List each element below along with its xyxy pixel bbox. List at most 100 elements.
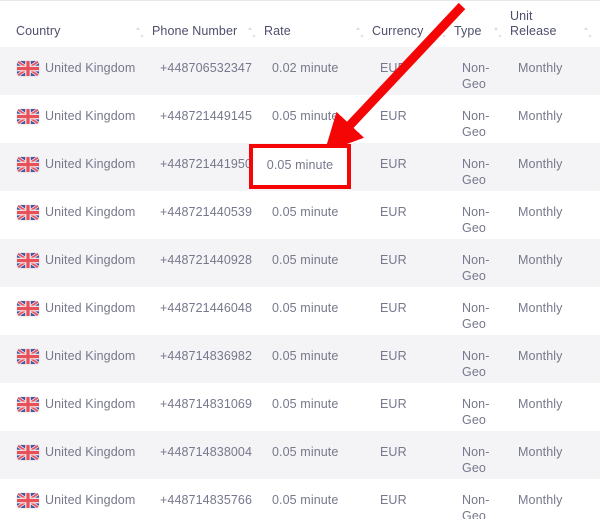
table-header: Country Phone Number Rate Currency Type … [0,0,600,47]
table-row[interactable]: United Kingdom +448714838004 0.05 minute EU… [0,431,600,479]
sort-updown-icon[interactable] [247,26,256,39]
cell-country: United Kingdom [0,479,152,519]
cell-type: Non-Geo [454,287,510,335]
table-row[interactable]: United Kingdom +448714836982 0.05 minute EU… [0,335,600,383]
cell-unit-release: Monthly [518,109,563,123]
uk-flag-icon [17,205,39,220]
cell-phone-number: +448714835766 [160,493,253,507]
cell-unit-release: Monthly [518,397,563,411]
cell-unit-release: Monthly [518,493,563,507]
table-body: United Kingdom +448706532347 0.02 minute EU… [0,47,600,519]
table-row[interactable]: United Kingdom +448706532347 0.02 minute EU… [0,47,600,95]
cell-country: United Kingdom [0,239,152,287]
cell-rate: 0.05 minute [272,397,339,411]
type-value: Non-Geo [462,61,490,91]
cell-country: United Kingdom [0,47,152,95]
uk-flag-icon [17,61,39,76]
cell-phone-number: +448721440928 [160,253,253,267]
cell-currency: EUR [380,397,407,411]
type-value: Non-Geo [462,205,490,235]
cell-rate: 0.05 minute [272,301,339,315]
cell-rate: 0.02 minute [272,61,339,75]
column-header-phone-number-label: Phone Number [152,24,238,38]
cell-phone-number: +448721446048 [160,301,253,315]
table-header-row: Country Phone Number Rate Currency Type … [0,0,600,47]
column-header-phone-number[interactable]: Phone Number [152,0,264,47]
sort-updown-icon[interactable] [355,26,364,39]
cell-type: Non-Geo [454,431,510,479]
cell-country: United Kingdom [0,287,152,335]
country-name: United Kingdom [45,253,136,267]
cell-currency: EUR [380,445,407,459]
column-header-currency-label: Currency [372,24,424,38]
type-value: Non-Geo [462,157,490,187]
cell-currency: EUR [380,301,407,315]
column-header-currency[interactable]: Currency [372,0,454,47]
cell-phone-number: +448721449145 [160,109,253,123]
table-row[interactable]: United Kingdom +448714835766 0.05 minute EU… [0,479,600,519]
country-name: United Kingdom [45,205,136,219]
column-header-country-label: Country [16,24,61,38]
table-row[interactable]: United Kingdom +448721449145 0.05 minute EU… [0,95,600,143]
country-name: United Kingdom [45,349,136,363]
type-value: Non-Geo [462,445,490,475]
phone-numbers-table-container: Country Phone Number Rate Currency Type … [0,0,600,519]
country-name: United Kingdom [45,61,136,75]
cell-currency: EUR [380,253,407,267]
cell-rate: 0.05 minute [272,157,339,171]
uk-flag-icon [17,397,39,412]
uk-flag-icon [17,253,39,268]
cell-unit-release: Monthly [518,445,563,459]
cell-currency: EUR [380,205,407,219]
cell-country: United Kingdom [0,335,152,383]
cell-phone-number: +448706532347 [160,61,253,75]
column-header-rate[interactable]: Rate [264,0,372,47]
cell-rate: 0.05 minute [272,493,339,507]
uk-flag-icon [17,157,39,172]
sort-updown-icon[interactable] [135,26,144,39]
cell-country: United Kingdom [0,431,152,479]
sort-updown-icon[interactable] [493,26,502,39]
cell-country: United Kingdom [0,191,152,239]
cell-phone-number: +448714831069 [160,397,253,411]
country-name: United Kingdom [45,445,136,459]
type-value: Non-Geo [462,253,490,283]
cell-type: Non-Geo [454,143,510,191]
country-name: United Kingdom [45,397,136,411]
cell-currency: EUR [380,157,407,171]
cell-rate: 0.05 minute [272,253,339,267]
cell-rate: 0.05 minute [272,445,339,459]
column-header-type[interactable]: Type [454,0,510,47]
country-name: United Kingdom [45,109,136,123]
column-header-unit-release[interactable]: Unit Release [510,0,600,47]
column-header-country[interactable]: Country [0,0,152,47]
cell-currency: EUR [380,349,407,363]
sort-updown-icon[interactable] [437,26,446,39]
cell-rate: 0.05 minute [272,349,339,363]
cell-unit-release: Monthly [518,205,563,219]
cell-phone-number: +448721441950 [160,157,253,171]
cell-unit-release: Monthly [518,61,563,75]
type-value: Non-Geo [462,349,490,379]
table-row[interactable]: United Kingdom +448714831069 0.05 minute EU… [0,383,600,431]
column-header-rate-label: Rate [264,24,291,38]
cell-rate: 0.05 minute [272,109,339,123]
cell-phone-number: +448721440539 [160,205,253,219]
cell-currency: EUR [380,109,407,123]
table-row[interactable]: United Kingdom +448721441950 0.05 minute EU… [0,143,600,191]
table-row[interactable]: United Kingdom +448721446048 0.05 minute EU… [0,287,600,335]
type-value: Non-Geo [462,493,490,519]
cell-type: Non-Geo [454,335,510,383]
cell-type: Non-Geo [454,479,510,519]
table-row[interactable]: United Kingdom +448721440539 0.05 minute EU… [0,191,600,239]
sort-updown-icon[interactable] [583,26,592,39]
cell-unit-release: Monthly [518,253,563,267]
cell-type: Non-Geo [454,383,510,431]
table-row[interactable]: United Kingdom +448721440928 0.05 minute EU… [0,239,600,287]
cell-type: Non-Geo [454,95,510,143]
cell-rate: 0.05 minute [272,205,339,219]
cell-country: United Kingdom [0,143,152,191]
cell-type: Non-Geo [454,239,510,287]
uk-flag-icon [17,109,39,124]
country-name: United Kingdom [45,301,136,315]
